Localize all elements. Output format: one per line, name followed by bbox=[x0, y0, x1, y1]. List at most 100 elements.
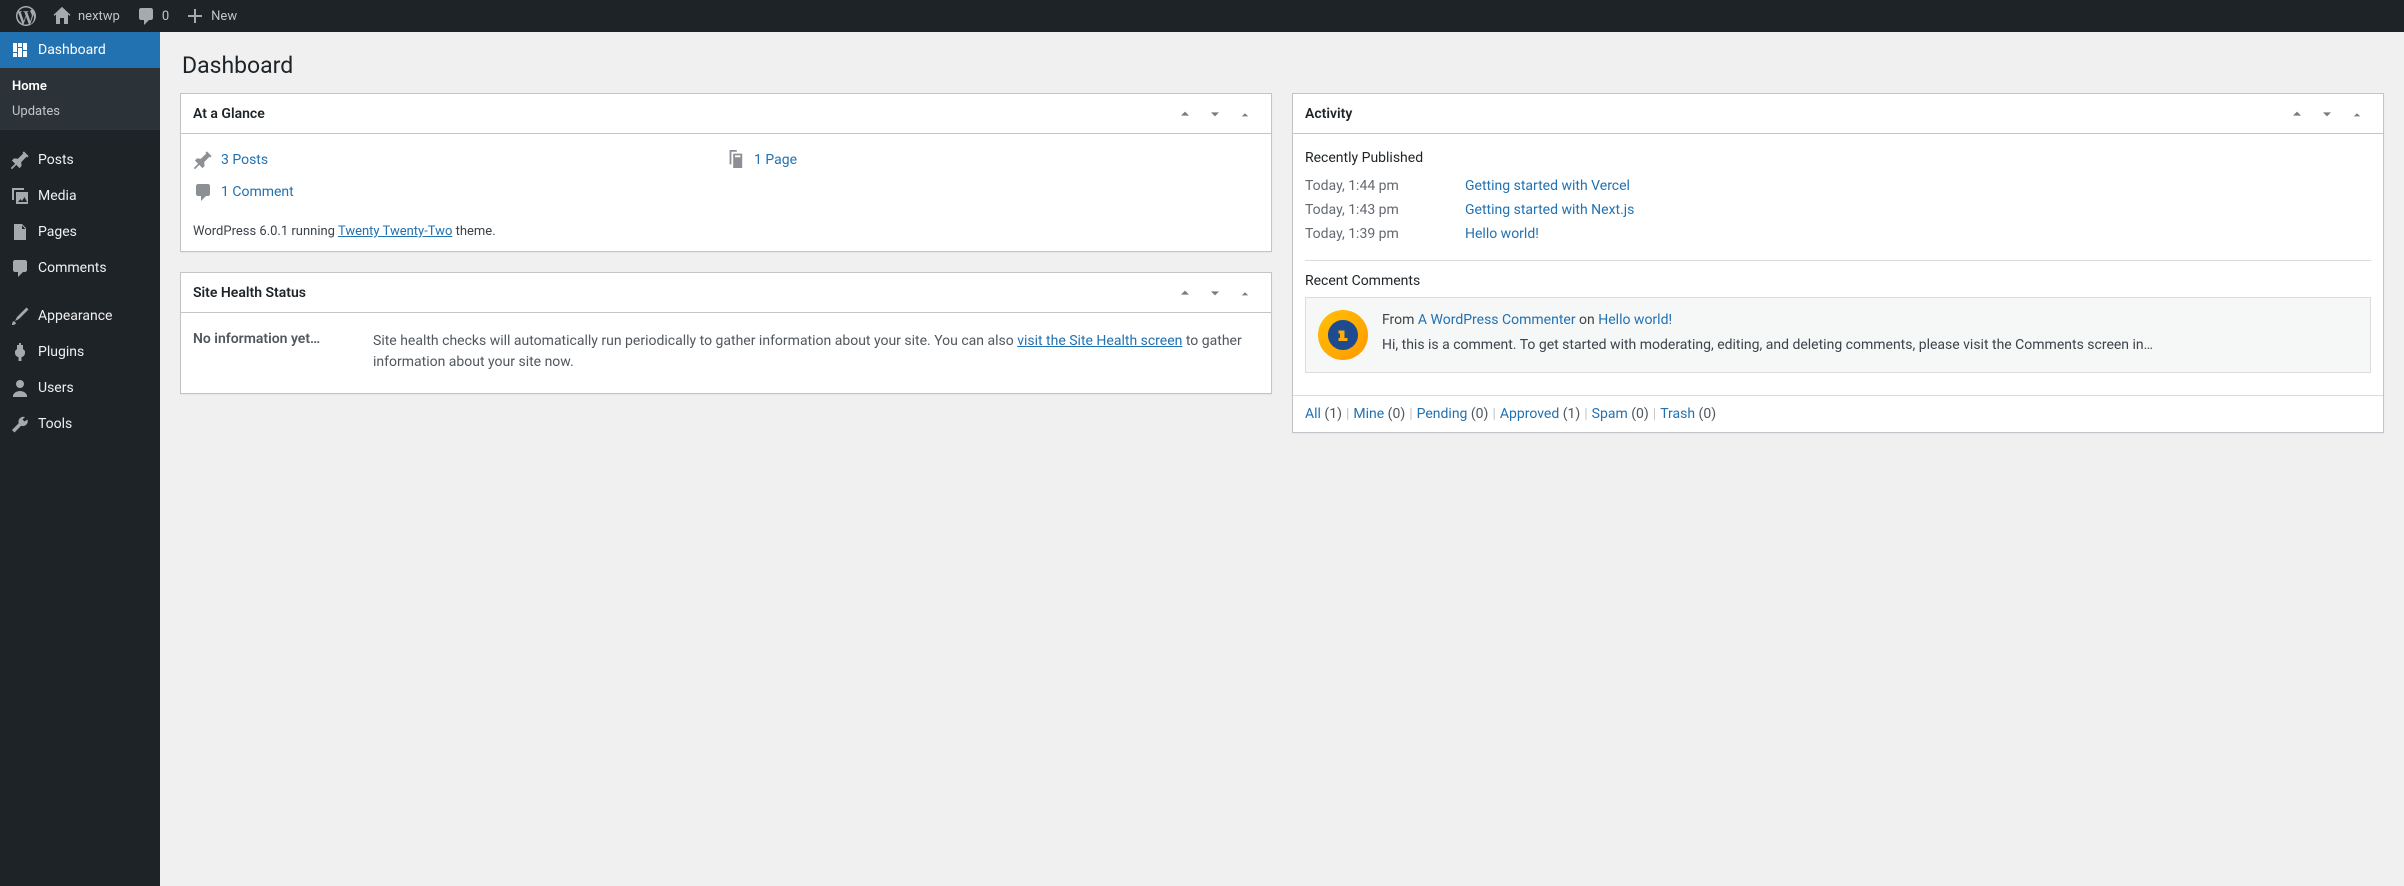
sidebar-label: Media bbox=[38, 188, 77, 204]
comment-excerpt: Hi, this is a comment. To get started wi… bbox=[1382, 335, 2153, 356]
sidebar-item-comments[interactable]: Comments bbox=[0, 250, 160, 286]
site-name-menu[interactable]: nextwp bbox=[44, 0, 128, 32]
post-time: Today, 1:44 pm bbox=[1305, 178, 1465, 194]
separator: | bbox=[1580, 406, 1591, 422]
plug-icon bbox=[10, 342, 30, 362]
post-time: Today, 1:43 pm bbox=[1305, 202, 1465, 218]
comment-filter-links: All (1)|Mine (0)|Pending (0)|Approved (1… bbox=[1293, 395, 2383, 432]
filter-count: (0) bbox=[1699, 406, 1717, 422]
page-title: Dashboard bbox=[182, 52, 2384, 79]
move-down-button[interactable] bbox=[1201, 279, 1229, 307]
plus-icon bbox=[185, 6, 205, 26]
filter-link-approved[interactable]: Approved (1) bbox=[1500, 406, 1580, 422]
post-title-link[interactable]: Getting started with Vercel bbox=[1465, 178, 1630, 194]
move-down-button[interactable] bbox=[1201, 100, 1229, 128]
sidebar-label: Comments bbox=[38, 260, 107, 276]
toggle-widget-button[interactable] bbox=[2343, 100, 2371, 128]
widget-title: Site Health Status bbox=[193, 285, 306, 301]
sidebar-label: Posts bbox=[38, 152, 74, 168]
comment-post-link[interactable]: Hello world! bbox=[1598, 312, 1672, 328]
sidebar-item-dashboard[interactable]: Dashboard bbox=[0, 32, 160, 68]
page-icon bbox=[726, 150, 746, 170]
move-up-button[interactable] bbox=[2283, 100, 2311, 128]
toggle-widget-button[interactable] bbox=[1231, 279, 1259, 307]
sidebar-item-media[interactable]: Media bbox=[0, 178, 160, 214]
new-content-menu[interactable]: New bbox=[177, 0, 245, 32]
health-status-label: No information yet… bbox=[193, 331, 353, 347]
sidebar-item-plugins[interactable]: Plugins bbox=[0, 334, 160, 370]
filter-link-all[interactable]: All (1) bbox=[1305, 406, 1342, 422]
site-health-widget: Site Health Status No information yet… S… bbox=[180, 272, 1272, 394]
filter-count: (1) bbox=[1563, 406, 1581, 422]
move-down-button[interactable] bbox=[2313, 100, 2341, 128]
glance-pages-link[interactable]: 1 Page bbox=[754, 152, 797, 168]
comment-author-link[interactable]: A WordPress Commenter bbox=[1418, 312, 1576, 328]
theme-link[interactable]: Twenty Twenty-Two bbox=[338, 224, 452, 239]
widget-title: At a Glance bbox=[193, 106, 265, 122]
pin-icon bbox=[193, 150, 213, 170]
sidebar-label: Dashboard bbox=[38, 42, 106, 58]
sidebar-label: Appearance bbox=[38, 308, 112, 324]
comments-menu[interactable]: 0 bbox=[128, 0, 177, 32]
activity-widget: Activity Recently Published Today, 1:44 … bbox=[1292, 93, 2384, 433]
sidebar-item-users[interactable]: Users bbox=[0, 370, 160, 406]
admin-sidebar: Dashboard Home Updates Posts Media Pages… bbox=[0, 32, 160, 886]
widget-title: Activity bbox=[1305, 106, 1352, 122]
site-name-label: nextwp bbox=[78, 9, 120, 24]
separator: | bbox=[1488, 406, 1499, 422]
pin-icon bbox=[10, 150, 30, 170]
page-icon bbox=[10, 222, 30, 242]
wrench-icon bbox=[10, 414, 30, 434]
post-title-link[interactable]: Getting started with Next.js bbox=[1465, 202, 1634, 218]
admin-toolbar: nextwp 0 New bbox=[0, 0, 2404, 32]
wp-version-info: WordPress 6.0.1 running Twenty Twenty-Tw… bbox=[193, 218, 1259, 239]
separator: | bbox=[1342, 406, 1353, 422]
wordpress-logo-icon bbox=[16, 6, 36, 26]
sidebar-item-posts[interactable]: Posts bbox=[0, 142, 160, 178]
home-icon bbox=[52, 6, 72, 26]
filter-count: (0) bbox=[1388, 406, 1406, 422]
toggle-widget-button[interactable] bbox=[1231, 100, 1259, 128]
comment-item: From A WordPress Commenter on Hello worl… bbox=[1305, 297, 2371, 373]
comments-icon bbox=[10, 258, 30, 278]
sidebar-item-appearance[interactable]: Appearance bbox=[0, 298, 160, 334]
filter-count: (0) bbox=[1471, 406, 1489, 422]
sidebar-label: Users bbox=[38, 380, 74, 396]
glance-comments-link[interactable]: 1 Comment bbox=[221, 184, 294, 200]
filter-count: (1) bbox=[1324, 406, 1342, 422]
move-up-button[interactable] bbox=[1171, 100, 1199, 128]
post-title-link[interactable]: Hello world! bbox=[1465, 226, 1539, 242]
wp-logo-menu[interactable] bbox=[8, 0, 44, 32]
sidebar-subitem-updates[interactable]: Updates bbox=[0, 99, 160, 124]
sidebar-separator bbox=[0, 130, 160, 142]
move-up-button[interactable] bbox=[1171, 279, 1199, 307]
sidebar-label: Plugins bbox=[38, 344, 84, 360]
filter-count: (0) bbox=[1631, 406, 1649, 422]
sidebar-label: Tools bbox=[38, 416, 72, 432]
new-label: New bbox=[211, 9, 237, 24]
glance-posts-link[interactable]: 3 Posts bbox=[221, 152, 268, 168]
sidebar-subitem-home[interactable]: Home bbox=[0, 74, 160, 99]
filter-link-pending[interactable]: Pending (0) bbox=[1417, 406, 1489, 422]
at-a-glance-widget: At a Glance 3 Posts bbox=[180, 93, 1272, 252]
filter-link-mine[interactable]: Mine (0) bbox=[1353, 406, 1405, 422]
filter-link-spam[interactable]: Spam (0) bbox=[1592, 406, 1649, 422]
comment-icon bbox=[136, 6, 156, 26]
avatar bbox=[1318, 310, 1368, 360]
site-health-link[interactable]: visit the Site Health screen bbox=[1017, 333, 1182, 349]
sidebar-separator bbox=[0, 286, 160, 298]
sidebar-item-tools[interactable]: Tools bbox=[0, 406, 160, 442]
sidebar-label: Pages bbox=[38, 224, 77, 240]
user-icon bbox=[10, 378, 30, 398]
comment-count: 0 bbox=[162, 9, 169, 24]
filter-link-trash[interactable]: Trash (0) bbox=[1660, 406, 1716, 422]
published-post-item: Today, 1:39 pmHello world! bbox=[1305, 222, 2371, 246]
recently-published-heading: Recently Published bbox=[1305, 150, 2371, 166]
recent-comments-heading: Recent Comments bbox=[1305, 273, 2371, 289]
separator: | bbox=[1649, 406, 1660, 422]
published-post-item: Today, 1:44 pmGetting started with Verce… bbox=[1305, 174, 2371, 198]
media-icon bbox=[10, 186, 30, 206]
published-post-item: Today, 1:43 pmGetting started with Next.… bbox=[1305, 198, 2371, 222]
sidebar-item-pages[interactable]: Pages bbox=[0, 214, 160, 250]
separator: | bbox=[1405, 406, 1416, 422]
